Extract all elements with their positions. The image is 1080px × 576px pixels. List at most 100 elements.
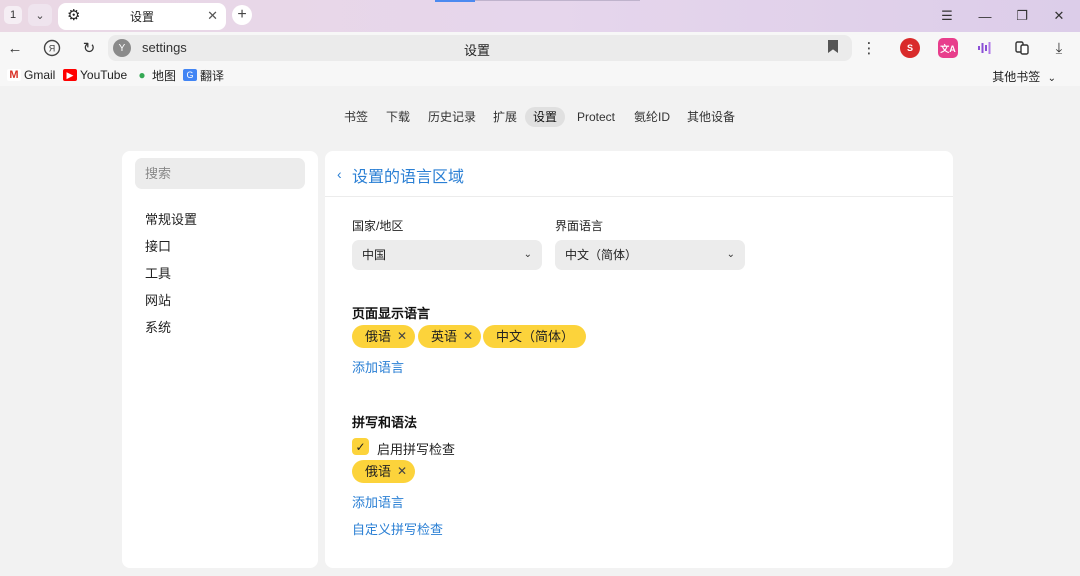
sidebar-item-interface[interactable]: 接口 (145, 236, 171, 255)
chevron-down-icon: ⌄ (726, 249, 735, 260)
menu-icon: ☰ (941, 8, 953, 23)
tab-strip: 1 ⌄ ⚙ 设置 ✕ + ☰ — ❐ ✕ (0, 0, 1080, 32)
bookmark-label: YouTube (80, 68, 128, 82)
other-bookmarks-label: 其他书签 (992, 70, 1041, 84)
close-window-button[interactable]: ✕ (1049, 6, 1069, 26)
translate-icon: G (183, 69, 197, 81)
country-label: 国家/地区 (352, 219, 404, 233)
gmail-icon: M (7, 69, 21, 81)
restore-icon: ❐ (1016, 8, 1028, 23)
nav-other-devices[interactable]: 其他设备 (679, 107, 743, 127)
audio-extension-icon[interactable] (975, 38, 995, 58)
reload-button[interactable]: ↻ (78, 37, 100, 59)
nav-downloads[interactable]: 下载 (378, 107, 418, 127)
spelling-heading: 拼写和语法 (352, 415, 418, 430)
panel-header: ‹ 设置的语言区域 (325, 151, 953, 197)
chevron-down-icon: ⌄ (523, 249, 532, 260)
seo-extension-icon[interactable]: S (900, 38, 920, 58)
kebab-icon: ⋮ (861, 40, 877, 57)
add-language-link[interactable]: 添加语言 (352, 357, 404, 376)
page-title: 设置 (463, 43, 490, 58)
restore-button[interactable]: ❐ (1012, 6, 1032, 26)
close-icon[interactable]: ✕ (463, 325, 473, 348)
sidebar-item-system[interactable]: 系统 (145, 317, 171, 336)
chevron-down-icon: ⌄ (1047, 73, 1056, 84)
nav-settings[interactable]: 设置 (525, 107, 566, 127)
sidebar-item-sites[interactable]: 网站 (145, 290, 171, 309)
custom-spell-check-link[interactable]: 自定义拼写检查 (352, 519, 443, 538)
spell-language-chip-russian[interactable]: 俄语 ✕ (352, 460, 415, 483)
bookmark-label: 地图 (152, 68, 177, 83)
bookmark-label: Gmail (24, 68, 56, 82)
minimize-icon: — (978, 8, 992, 24)
language-chip-chinese[interactable]: 中文（简体） (483, 325, 586, 348)
nav-protect[interactable]: Protect (569, 107, 623, 127)
language-chip-english[interactable]: 英语 ✕ (418, 325, 481, 348)
bookmark-translate[interactable]: G 翻译 (183, 67, 224, 83)
tab-settings[interactable]: ⚙ 设置 ✕ (58, 3, 226, 30)
country-select[interactable]: 中国 ⌄ (352, 240, 542, 270)
nav-history[interactable]: 历史记录 (420, 107, 484, 127)
address-bar[interactable]: Y settings 设置 (108, 35, 852, 61)
nav-extensions[interactable]: 扩展 (485, 107, 525, 127)
display-languages-heading: 页面显示语言 (352, 306, 431, 321)
tab-strip-accent-line (475, 0, 640, 1)
ui-language-value: 中文（简体） (565, 248, 638, 262)
language-settings-panel: ‹ 设置的语言区域 国家/地区 中国 ⌄ 界面语言 中文（简体） ⌄ 页面显示语… (325, 151, 953, 568)
bookmark-maps[interactable]: ● 地图 (135, 67, 176, 83)
chevron-down-icon: ⌄ (35, 9, 45, 22)
svg-text:Я: Я (49, 44, 56, 54)
yandex-button[interactable]: Я (41, 37, 63, 59)
reader-extension-icon[interactable] (1012, 38, 1032, 58)
settings-nav: 书签 下载 历史记录 扩展 设置 Protect 氨纶ID 其他设备 (0, 107, 1080, 127)
chip-label: 英语 (431, 329, 458, 344)
download-icon: ⤓ (1055, 39, 1063, 57)
chip-label: 中文（简体） (496, 329, 575, 344)
toolbar: ← Я ↻ Y settings 设置 ⋮ S 文A ⤓ (0, 32, 1080, 63)
chip-label: 俄语 (365, 329, 392, 344)
sidebar-item-general[interactable]: 常规设置 (145, 209, 197, 228)
tab-list-button[interactable]: ⌄ (28, 4, 52, 26)
youtube-icon: ▶ (63, 69, 77, 81)
chip-label: 俄语 (365, 464, 392, 479)
menu-button[interactable]: ☰ (937, 6, 957, 26)
bookmark-youtube[interactable]: ▶ YouTube (63, 67, 127, 83)
new-tab-button[interactable]: + (232, 5, 252, 25)
add-spell-language-link[interactable]: 添加语言 (352, 492, 404, 511)
spell-check-label[interactable]: 启用拼写检查 (377, 439, 455, 458)
nav-id[interactable]: 氨纶ID (626, 107, 678, 127)
arrow-left-icon: ← (7, 39, 23, 57)
close-icon[interactable]: ✕ (397, 325, 407, 348)
translate-extension-icon[interactable]: 文A (938, 38, 958, 58)
tab-title: 设置 (129, 10, 154, 24)
search-input[interactable] (135, 158, 305, 189)
plus-icon: + (237, 6, 247, 23)
spell-check-checkbox[interactable]: ✓ (352, 438, 369, 455)
settings-sidebar: 常规设置 接口 工具 网站 系统 (122, 151, 318, 568)
checkmark-icon: ✓ (355, 439, 366, 454)
close-icon[interactable]: ✕ (397, 460, 407, 483)
country-value: 中国 (362, 248, 387, 262)
reload-icon: ↻ (82, 40, 96, 57)
bookmark-gmail[interactable]: M Gmail (7, 67, 55, 83)
tab-strip-accent (435, 0, 475, 2)
bookmarks-bar: M Gmail ▶ YouTube ● 地图 G 翻译 其他书签 ⌄ (0, 63, 1080, 86)
tab-count-badge[interactable]: 1 (4, 6, 22, 24)
close-icon[interactable]: ✕ (207, 8, 218, 24)
nav-bookmarks[interactable]: 书签 (336, 107, 376, 127)
minimize-button[interactable]: — (975, 6, 995, 26)
ui-language-label: 界面语言 (555, 219, 604, 233)
language-chip-russian[interactable]: 俄语 ✕ (352, 325, 415, 348)
chevron-left-icon[interactable]: ‹ (337, 166, 342, 182)
back-button[interactable]: ← (4, 37, 26, 59)
ui-language-select[interactable]: 中文（简体） ⌄ (555, 240, 745, 270)
more-menu-button[interactable]: ⋮ (858, 37, 880, 59)
close-icon: ✕ (1053, 8, 1065, 23)
sidebar-item-tools[interactable]: 工具 (145, 263, 171, 282)
yandex-logo-icon: Я (43, 39, 61, 57)
downloads-button[interactable]: ⤓ (1048, 37, 1070, 59)
panel-title[interactable]: 设置的语言区域 (352, 163, 464, 187)
other-bookmarks-button[interactable]: 其他书签 ⌄ (992, 68, 1056, 85)
maps-icon: ● (138, 68, 146, 82)
bookmark-label: 翻译 (200, 68, 225, 83)
